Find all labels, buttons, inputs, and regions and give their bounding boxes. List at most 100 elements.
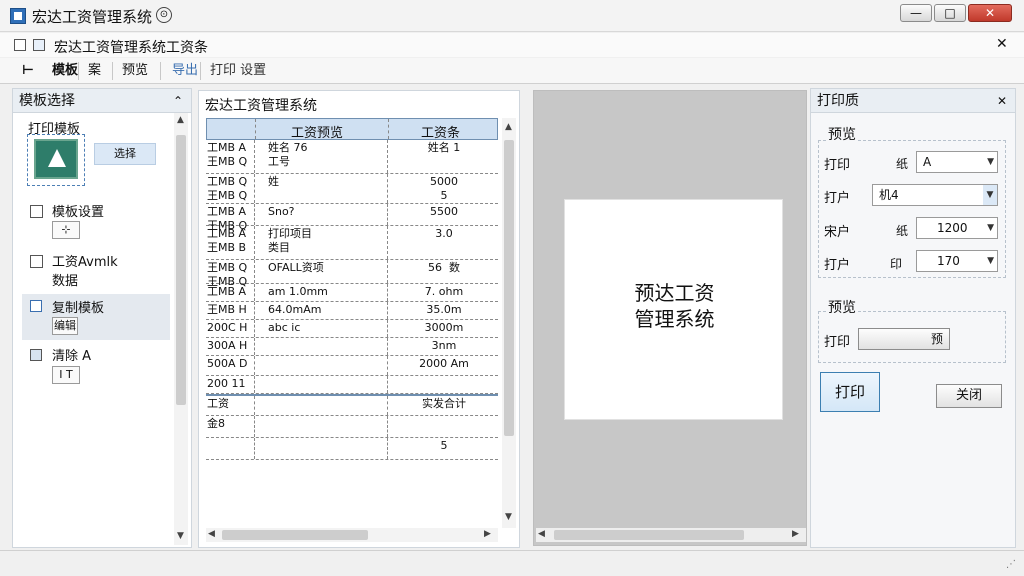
document-title: 宏达工资管理系统工资条	[54, 40, 208, 56]
template-checkbox[interactable]	[30, 205, 43, 218]
table-row[interactable]: 200 11	[206, 376, 498, 394]
table-cell: 2000 Am	[419, 357, 469, 370]
toolbar: ⊢ 模板 案 预览 导出 打印 设置	[0, 58, 1024, 84]
toolbar-preview[interactable]: 预览	[122, 62, 148, 80]
table-row[interactable]: 工MB A 王MB Q Sno? 5500	[206, 204, 498, 232]
scroll-thumb[interactable]	[554, 530, 744, 540]
dropdown-arrow-icon: ▼	[987, 256, 994, 266]
template-scrollbar[interactable]: ▲ ▼	[174, 113, 188, 545]
scroll-thumb[interactable]	[222, 530, 368, 540]
template-checkbox[interactable]	[30, 255, 43, 268]
table-row[interactable]: 工MB A am 1.0mm 7. ohm	[206, 284, 498, 302]
edit-template-button[interactable]: 编辑	[52, 317, 78, 335]
template-item-label: 复制模板	[52, 301, 105, 316]
pin-template-button[interactable]: ⊹	[52, 221, 80, 239]
sheet-scrollbar-vertical[interactable]: ▲ ▼	[502, 118, 516, 528]
table-cell: 7. ohm	[424, 285, 464, 298]
document-close-button[interactable]: ✕	[996, 36, 1008, 52]
toolbar-export[interactable]: 导出	[172, 62, 198, 80]
maximize-button[interactable]: □	[934, 4, 966, 22]
table-row[interactable]: 5	[206, 438, 498, 460]
template-item-label: 模板设置	[52, 205, 105, 220]
pin-icon[interactable]: ⊙	[156, 7, 172, 23]
printer-select[interactable]: 机4 ▼	[872, 184, 998, 206]
toolbar-print-settings[interactable]: 打印 设置	[210, 62, 266, 80]
edit-icon[interactable]	[14, 39, 26, 51]
sheet-scrollbar-horizontal[interactable]: ◀ ▶	[206, 528, 498, 542]
table-cell: 工MB Q 王MB Q	[207, 175, 248, 202]
table-cell: OFALL资项	[268, 261, 324, 274]
field-label: 打印	[824, 158, 851, 173]
scroll-left-icon[interactable]: ◀	[208, 529, 215, 539]
table-cell: 姓	[268, 175, 279, 188]
scroll-up-icon[interactable]: ▲	[177, 115, 184, 125]
table-cell: am 1.0mm	[268, 285, 328, 298]
table-cell: 35.0m	[426, 303, 462, 316]
resize-grip-icon[interactable]: ⋰	[1006, 559, 1016, 570]
table-cell: 3nm	[431, 339, 457, 352]
table-row[interactable]: 王MB H 64.0mAm 35.0m	[206, 302, 498, 320]
template-thumbnail[interactable]	[27, 134, 85, 186]
field-unit: 纸	[896, 157, 909, 171]
print-panel-header: 打印质 ✕	[811, 89, 1015, 113]
scroll-down-icon[interactable]: ▼	[177, 531, 184, 541]
template-item-label: 工资Avmlk	[52, 255, 118, 270]
select-template-button[interactable]: 选择	[94, 143, 156, 165]
field-label: 打户	[824, 258, 851, 273]
paper-select[interactable]: A ▼	[916, 151, 998, 173]
sheet-header-row: 工资预览 工资条	[206, 118, 498, 141]
width-select[interactable]: 1200 ▼	[916, 217, 998, 239]
scroll-right-icon[interactable]: ▶	[484, 529, 491, 539]
table-row[interactable]: 300A H 3nm	[206, 338, 498, 356]
preview-group-label: 预览	[826, 124, 858, 144]
option-label: 打印	[824, 335, 851, 350]
field-label: 打户	[824, 191, 851, 206]
table-cell: 5000 5	[430, 175, 458, 202]
scroll-thumb[interactable]	[176, 135, 186, 405]
copy-icon	[30, 300, 42, 312]
option-preview-button[interactable]: 预	[858, 328, 950, 350]
scroll-down-icon[interactable]: ▼	[505, 512, 512, 522]
table-row[interactable]: 工MB A 王MB B 打印项目 类目 3.0	[206, 226, 498, 260]
preview-title: 预达工资 管理系统	[634, 281, 715, 331]
collapse-icon[interactable]: ⌃	[173, 89, 183, 113]
back-icon[interactable]: ⊢	[22, 62, 34, 80]
close-button[interactable]: ✕	[968, 4, 1012, 22]
table-row[interactable]: 工MB A 王MB Q 姓名 76 工号 姓名 1	[206, 140, 498, 174]
scroll-up-icon[interactable]: ▲	[505, 122, 512, 132]
table-cell: abc ic	[268, 321, 301, 334]
dropdown-arrow-icon: ▼	[983, 185, 997, 205]
print-button[interactable]: 打印	[820, 372, 880, 412]
table-row[interactable]: 200C H abc ic 3000m	[206, 320, 498, 338]
table-cell: 姓名 1	[427, 141, 461, 154]
table-cell: 王MB H	[207, 303, 247, 316]
table-row[interactable]: 工资 实发合计	[206, 394, 498, 416]
close-dialog-button[interactable]: 关闭	[936, 384, 1002, 408]
table-cell: 5	[440, 439, 448, 452]
scroll-right-icon[interactable]: ▶	[792, 529, 799, 539]
table-row[interactable]: 工MB Q 王MB Q 姓 5000 5	[206, 174, 498, 204]
table-cell: 200C H	[207, 321, 248, 334]
table-cell: 500A D	[207, 357, 248, 370]
clear-template-button[interactable]: I T	[52, 366, 80, 384]
toolbar-template[interactable]: 模板	[52, 62, 78, 80]
toolbar-case[interactable]: 案	[88, 62, 101, 80]
table-cell: 实发合计	[422, 397, 466, 410]
table-row[interactable]: 王MB Q 王MB Q OFALL资项 56 数	[206, 260, 498, 288]
template-item-label: 清除 A	[52, 349, 92, 364]
sheet-tab-title: 宏达工资管理系统	[205, 98, 317, 114]
preview-scrollbar-horizontal[interactable]: ◀ ▶	[536, 528, 806, 542]
table-row[interactable]: 金8	[206, 416, 498, 438]
document-bar: 宏达工资管理系统工资条 ✕	[0, 33, 1024, 57]
table-cell: 64.0mAm	[268, 303, 322, 316]
minimize-button[interactable]: —	[900, 4, 932, 22]
height-select[interactable]: 170 ▼	[916, 250, 998, 272]
document-icon	[33, 39, 45, 51]
print-panel-close-icon[interactable]: ✕	[997, 89, 1007, 113]
status-bar: ⋰	[0, 550, 1024, 576]
scroll-left-icon[interactable]: ◀	[538, 529, 545, 539]
table-row[interactable]: 500A D 2000 Am	[206, 356, 498, 376]
app-title: 宏达工资管理系统	[32, 8, 153, 26]
scroll-thumb[interactable]	[504, 140, 514, 436]
table-cell: 3.0	[435, 227, 453, 240]
